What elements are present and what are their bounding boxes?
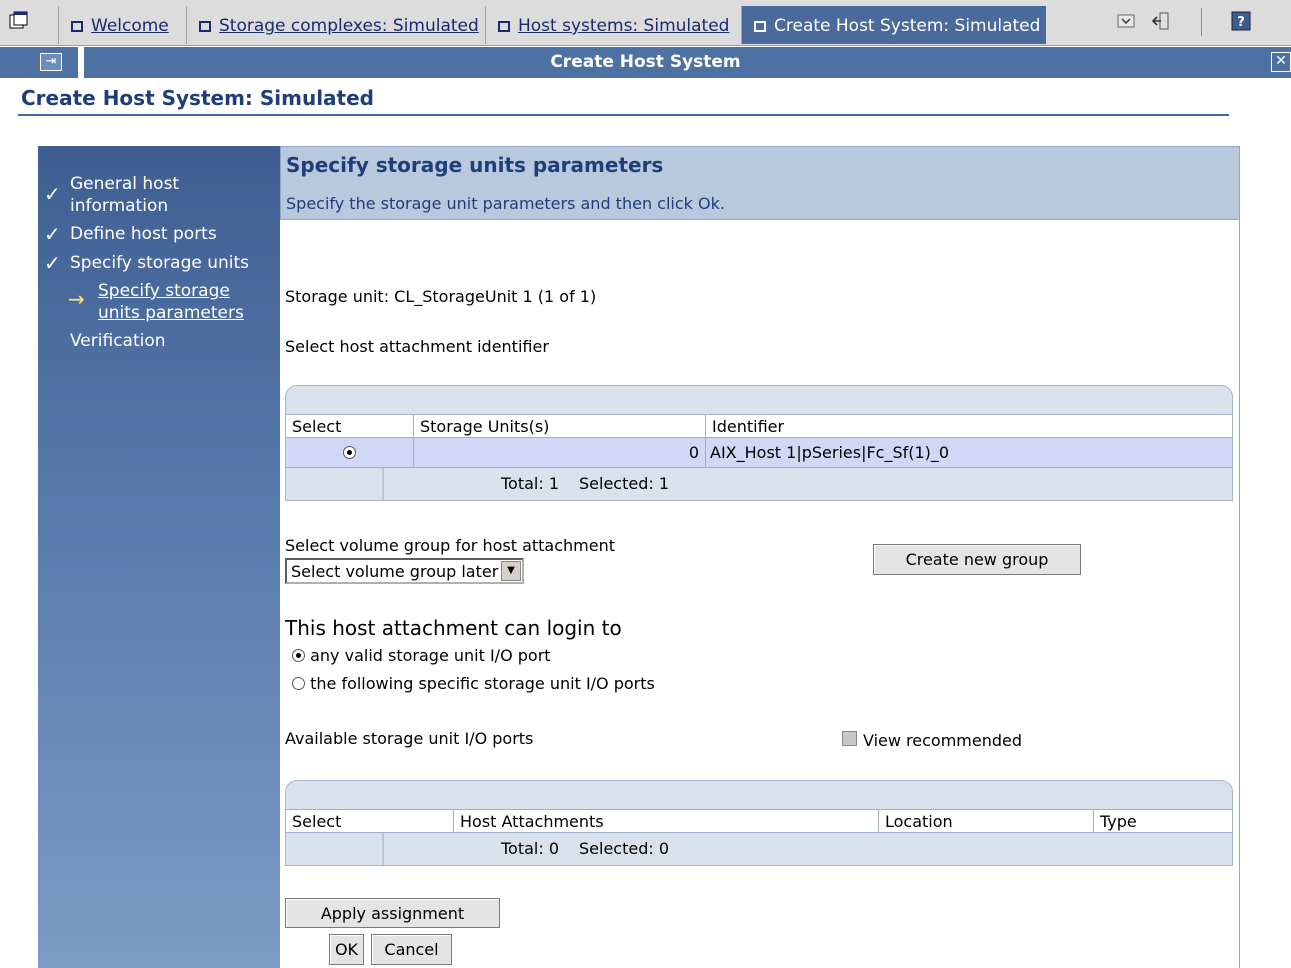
table-selected-count: Selected: 0: [579, 839, 670, 858]
step-heading: Specify storage units parameters: [286, 153, 664, 177]
row-select-cell[interactable]: [286, 438, 414, 468]
portlet-title: Create Host System: [550, 52, 741, 72]
login-specific-ports-radio[interactable]: [292, 677, 305, 690]
tab-storage-complexes[interactable]: Storage complexes: Simulated: [186, 6, 489, 44]
tab-bar: Welcome Storage complexes: Simulated Hos…: [0, 0, 1291, 46]
volume-group-label: Select volume group for host attachment: [285, 536, 616, 555]
close-icon[interactable]: ✕: [1271, 52, 1291, 72]
column-header-identifier[interactable]: Identifier: [706, 415, 1232, 438]
checkmark-icon: ✓: [44, 251, 61, 275]
apply-assignment-button[interactable]: Apply assignment: [285, 898, 500, 928]
page-title: Create Host System: Simulated: [21, 86, 374, 110]
step-verification: Verification: [70, 331, 166, 351]
minimize-icon[interactable]: [1115, 10, 1137, 32]
step-specify-storage-units[interactable]: ✓ Specify storage units: [44, 252, 249, 274]
available-ports-label: Available storage unit I/O ports: [285, 729, 534, 748]
table-footer: Total: 0 Selected: 0: [286, 833, 1232, 865]
login-heading: This host attachment can login to: [285, 616, 622, 640]
login-any-port-radio[interactable]: [292, 649, 305, 662]
checkmark-icon: ✓: [44, 182, 61, 206]
view-recommended-checkbox[interactable]: [842, 731, 857, 746]
chevron-down-icon[interactable]: ▼: [501, 561, 521, 581]
row-select-radio[interactable]: [343, 446, 356, 459]
column-header-location[interactable]: Location: [879, 810, 1094, 833]
table-footer: Total: 1 Selected: 1: [286, 468, 1232, 500]
step-header: Specify storage units parameters Specify…: [280, 146, 1240, 220]
login-option-any-port[interactable]: any valid storage unit I/O port: [292, 646, 551, 665]
toolbar-divider: [1201, 8, 1202, 36]
help-icon[interactable]: ?: [1230, 10, 1252, 32]
svg-text:?: ?: [1237, 15, 1245, 30]
table-header: Select Host Attachments Location Type: [286, 809, 1232, 833]
column-header-host-attachments[interactable]: Host Attachments: [454, 810, 879, 833]
create-new-group-button[interactable]: Create new group: [873, 544, 1081, 575]
tab-create-host-system[interactable]: Create Host System: Simulated: [741, 6, 1046, 44]
checkmark-icon: ✓: [44, 222, 61, 246]
tab-window-icon: [754, 21, 766, 32]
ok-button[interactable]: OK: [329, 934, 364, 965]
table-row[interactable]: 0 AIX_Host 1|pSeries|Fc_Sf(1)_0: [286, 438, 1232, 468]
step-define-host-ports[interactable]: ✓ Define host ports: [44, 223, 217, 245]
step-general-host-information[interactable]: ✓ General host information: [44, 173, 179, 217]
host-attachment-identifier-table: Select Storage Units(s) Identifier 0 AIX…: [285, 385, 1233, 501]
column-header-type[interactable]: Type: [1094, 810, 1232, 833]
cancel-button[interactable]: Cancel: [371, 934, 452, 965]
column-header-select[interactable]: Select: [286, 810, 454, 833]
logout-icon[interactable]: [1150, 10, 1172, 32]
select-identifier-label: Select host attachment identifier: [285, 337, 549, 356]
current-step-arrow-icon: →: [68, 287, 85, 311]
io-ports-table: Select Host Attachments Location Type To…: [285, 780, 1233, 866]
wizard-steps-nav: ✓ General host information ✓ Define host…: [38, 146, 280, 968]
table-total: Total: 1: [501, 474, 560, 493]
title-rule: [18, 114, 1229, 116]
table-selected-count: Selected: 1: [579, 474, 670, 493]
table-total: Total: 0: [501, 839, 560, 858]
step-specify-storage-units-parameters[interactable]: → Specify storage units parameters: [68, 280, 244, 324]
table-header: Select Storage Units(s) Identifier: [286, 414, 1232, 438]
step-instructions: Specify the storage unit parameters and …: [286, 194, 725, 213]
row-identifier-cell: AIX_Host 1|pSeries|Fc_Sf(1)_0: [710, 443, 950, 462]
portlet-title-bar: ⇥ Create Host System ✕: [0, 47, 1291, 78]
row-storage-units-cell: 0: [414, 438, 706, 468]
tab-window-icon: [199, 21, 211, 32]
login-option-specific-ports[interactable]: the following specific storage unit I/O …: [292, 674, 655, 693]
volume-group-select[interactable]: Select volume group later ▼: [285, 558, 524, 584]
storage-unit-label: Storage unit: CL_StorageUnit 1 (1 of 1): [285, 287, 597, 306]
table-caption: [286, 386, 1232, 414]
column-header-storage-units[interactable]: Storage Units(s): [414, 415, 706, 438]
tab-window-icon: [71, 21, 83, 32]
column-header-select[interactable]: Select: [286, 415, 414, 438]
view-recommended-label: View recommended: [863, 731, 1023, 750]
content-border: [1239, 220, 1240, 968]
tab-host-systems[interactable]: Host systems: Simulated: [485, 6, 739, 44]
windows-icon[interactable]: [8, 10, 30, 32]
tab-welcome[interactable]: Welcome: [58, 6, 179, 44]
table-caption: [286, 781, 1232, 809]
tab-window-icon: [498, 21, 510, 32]
